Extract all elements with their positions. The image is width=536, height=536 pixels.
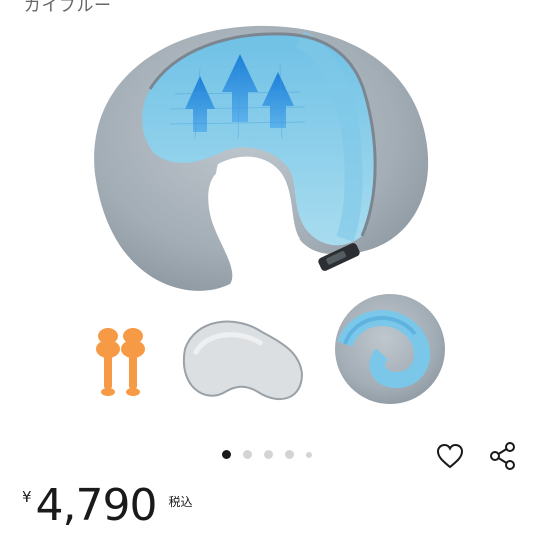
product-image[interactable] [0,14,536,434]
carousel-dot-3[interactable] [264,450,273,459]
share-icon [490,442,515,470]
neck-pillow [94,25,429,291]
price-amount: 4,790 [35,480,158,531]
carousel-dot-4[interactable] [285,450,294,459]
price-row: ¥ 4,790 税込 [22,482,193,530]
carousel-dots [222,450,312,459]
share-button[interactable] [487,440,519,472]
earplugs [96,328,145,396]
eye-mask [182,320,304,401]
product-photo [94,25,445,404]
favorite-button[interactable] [434,440,466,472]
carousel-dot-2[interactable] [243,450,252,459]
heart-outline-icon [436,443,464,469]
tax-label: 税込 [168,495,193,509]
currency-symbol: ¥ [22,488,32,506]
rolled-pillow [335,294,445,404]
carousel-dot-5[interactable] [306,451,312,458]
carousel-dot-1[interactable] [222,450,231,459]
